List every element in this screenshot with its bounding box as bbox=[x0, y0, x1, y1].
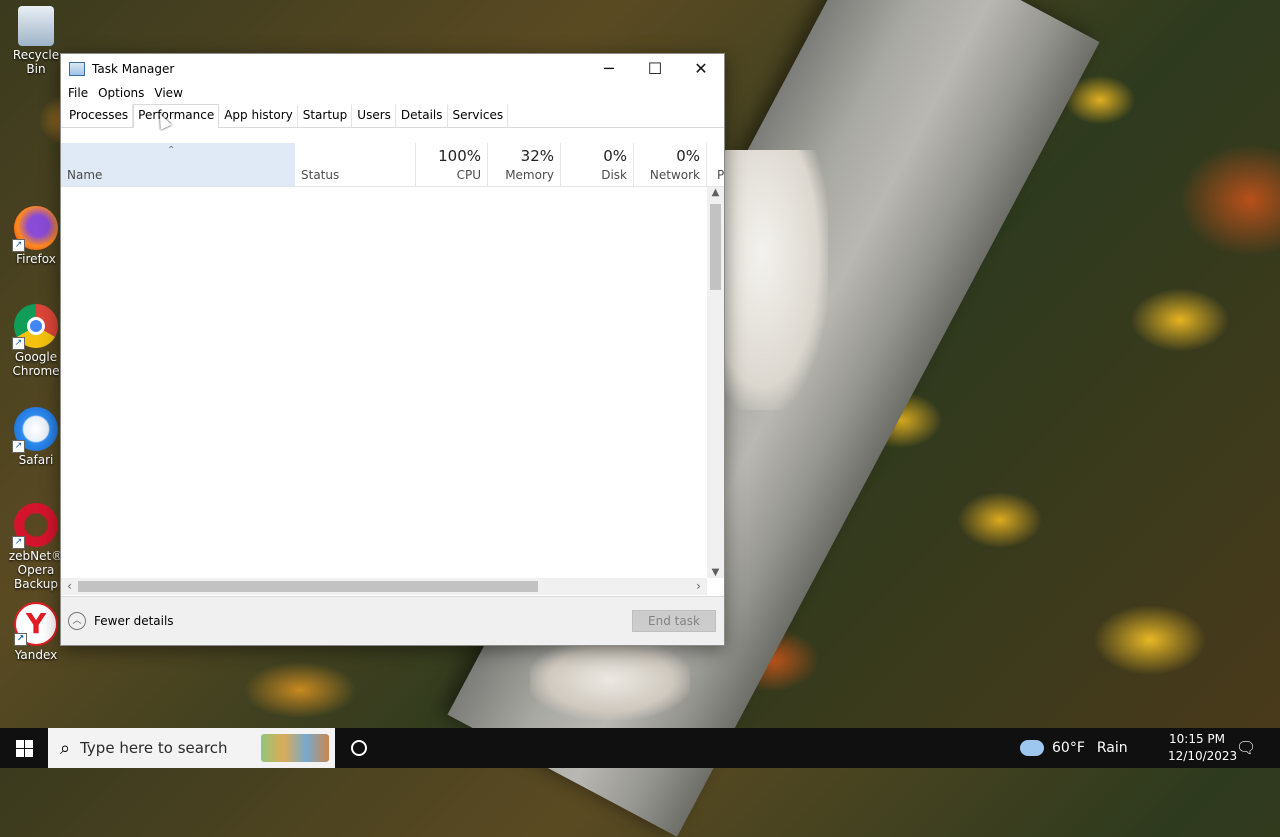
footer-bar: ︿ Fewer details End task bbox=[61, 596, 724, 645]
shortcut-arrow-icon: ↗ bbox=[12, 337, 25, 350]
desktop-icon-label: Yandex bbox=[14, 648, 58, 662]
taskbar-search-box[interactable]: ⌕ Type here to search bbox=[48, 728, 335, 768]
search-icon: ⌕ bbox=[60, 737, 71, 759]
tab-app-history[interactable]: App history bbox=[219, 104, 298, 127]
scroll-up-icon[interactable]: ▲ bbox=[707, 187, 724, 198]
tab-performance[interactable]: Performance bbox=[133, 104, 220, 128]
rain-cloud-icon bbox=[1020, 740, 1044, 756]
notification-center-icon[interactable]: 🗨 bbox=[1236, 738, 1256, 758]
disk-usage-value: 0% bbox=[603, 147, 627, 165]
scroll-left-icon[interactable]: ‹ bbox=[61, 578, 78, 595]
yandex-icon: Y ↗ bbox=[14, 602, 58, 646]
menu-file[interactable]: File bbox=[63, 86, 93, 100]
firefox-icon: ↗ bbox=[12, 206, 58, 252]
horizontal-scrollbar[interactable]: ‹ › bbox=[61, 578, 707, 595]
cortana-button[interactable] bbox=[335, 728, 383, 768]
sort-ascending-icon: ⌃ bbox=[167, 145, 176, 156]
cortana-icon bbox=[351, 740, 367, 756]
wallpaper-dog bbox=[718, 150, 828, 410]
task-manager-icon bbox=[69, 61, 85, 76]
maximize-button[interactable]: ☐ bbox=[632, 54, 678, 83]
chevron-up-icon: ︿ bbox=[68, 612, 86, 630]
tab-processes[interactable]: Processes bbox=[64, 104, 134, 127]
chrome-icon: ↗ bbox=[12, 304, 58, 350]
search-placeholder: Type here to search bbox=[80, 739, 228, 757]
fewer-details-button[interactable]: ︿ Fewer details bbox=[68, 612, 174, 630]
tab-users[interactable]: Users bbox=[352, 104, 396, 127]
scroll-right-icon[interactable]: › bbox=[690, 578, 707, 595]
column-header-memory[interactable]: 32% Memory bbox=[488, 143, 561, 186]
opera-backup-icon: ↗ bbox=[12, 503, 58, 549]
shortcut-arrow-icon: ↗ bbox=[12, 239, 25, 252]
network-usage-value: 0% bbox=[676, 147, 700, 165]
column-header-power[interactable]: P bbox=[707, 143, 724, 186]
menu-view[interactable]: View bbox=[149, 86, 187, 100]
start-button[interactable] bbox=[0, 728, 48, 768]
column-header-status[interactable]: Status bbox=[295, 143, 416, 186]
end-task-button[interactable]: End task bbox=[632, 610, 716, 632]
menu-bar: File Options View bbox=[61, 83, 724, 103]
window-title: Task Manager bbox=[92, 61, 175, 76]
weather-condition: Rain bbox=[1096, 740, 1128, 756]
cpu-usage-value: 100% bbox=[438, 147, 481, 165]
taskbar: ⌕ Type here to search 60°F Rain 10:15 PM… bbox=[0, 728, 1280, 768]
column-header-network[interactable]: 0% Network bbox=[634, 143, 707, 186]
shortcut-arrow-icon: ↗ bbox=[14, 633, 27, 646]
weather-temp: 60°F bbox=[1052, 740, 1085, 756]
vertical-scroll-thumb[interactable] bbox=[710, 204, 721, 290]
column-header-row: ⌃ Name Status 100% CPU 32% Memory 0% Dis… bbox=[61, 143, 724, 187]
close-button[interactable]: ✕ bbox=[678, 54, 724, 83]
scroll-down-icon[interactable]: ▼ bbox=[707, 567, 724, 578]
menu-options[interactable]: Options bbox=[93, 86, 149, 100]
memory-usage-value: 32% bbox=[520, 147, 554, 165]
clock-time: 10:15 PM bbox=[1169, 732, 1225, 746]
windows-logo-icon bbox=[15, 739, 33, 757]
minimize-button[interactable]: ─ bbox=[586, 54, 632, 83]
vertical-scrollbar[interactable]: ▲ ▼ bbox=[707, 187, 724, 578]
column-header-cpu[interactable]: 100% CPU bbox=[415, 143, 488, 186]
column-header-name[interactable]: ⌃ Name bbox=[61, 143, 295, 186]
clock-date: 12/10/2023 bbox=[1168, 749, 1238, 763]
shortcut-arrow-icon: ↗ bbox=[12, 440, 25, 453]
column-header-disk[interactable]: 0% Disk bbox=[561, 143, 634, 186]
weather-widget[interactable]: 60°F Rain bbox=[1020, 728, 1128, 768]
tab-startup[interactable]: Startup bbox=[298, 104, 353, 127]
safari-icon: ↗ bbox=[12, 407, 58, 453]
horizontal-scroll-thumb[interactable] bbox=[78, 581, 538, 592]
search-highlight-image bbox=[261, 734, 329, 762]
task-manager-window: Task Manager ─ ☐ ✕ File Options View Pro… bbox=[60, 53, 725, 646]
wallpaper-dog-2 bbox=[530, 640, 690, 720]
shortcut-arrow-icon: ↗ bbox=[12, 536, 25, 549]
recycle-bin-icon bbox=[18, 6, 54, 46]
tab-services[interactable]: Services bbox=[448, 104, 509, 127]
taskbar-clock[interactable]: 10:15 PM 12/10/2023 bbox=[1168, 731, 1238, 765]
title-bar[interactable]: Task Manager ─ ☐ ✕ bbox=[61, 54, 724, 83]
tab-details[interactable]: Details bbox=[396, 104, 448, 127]
